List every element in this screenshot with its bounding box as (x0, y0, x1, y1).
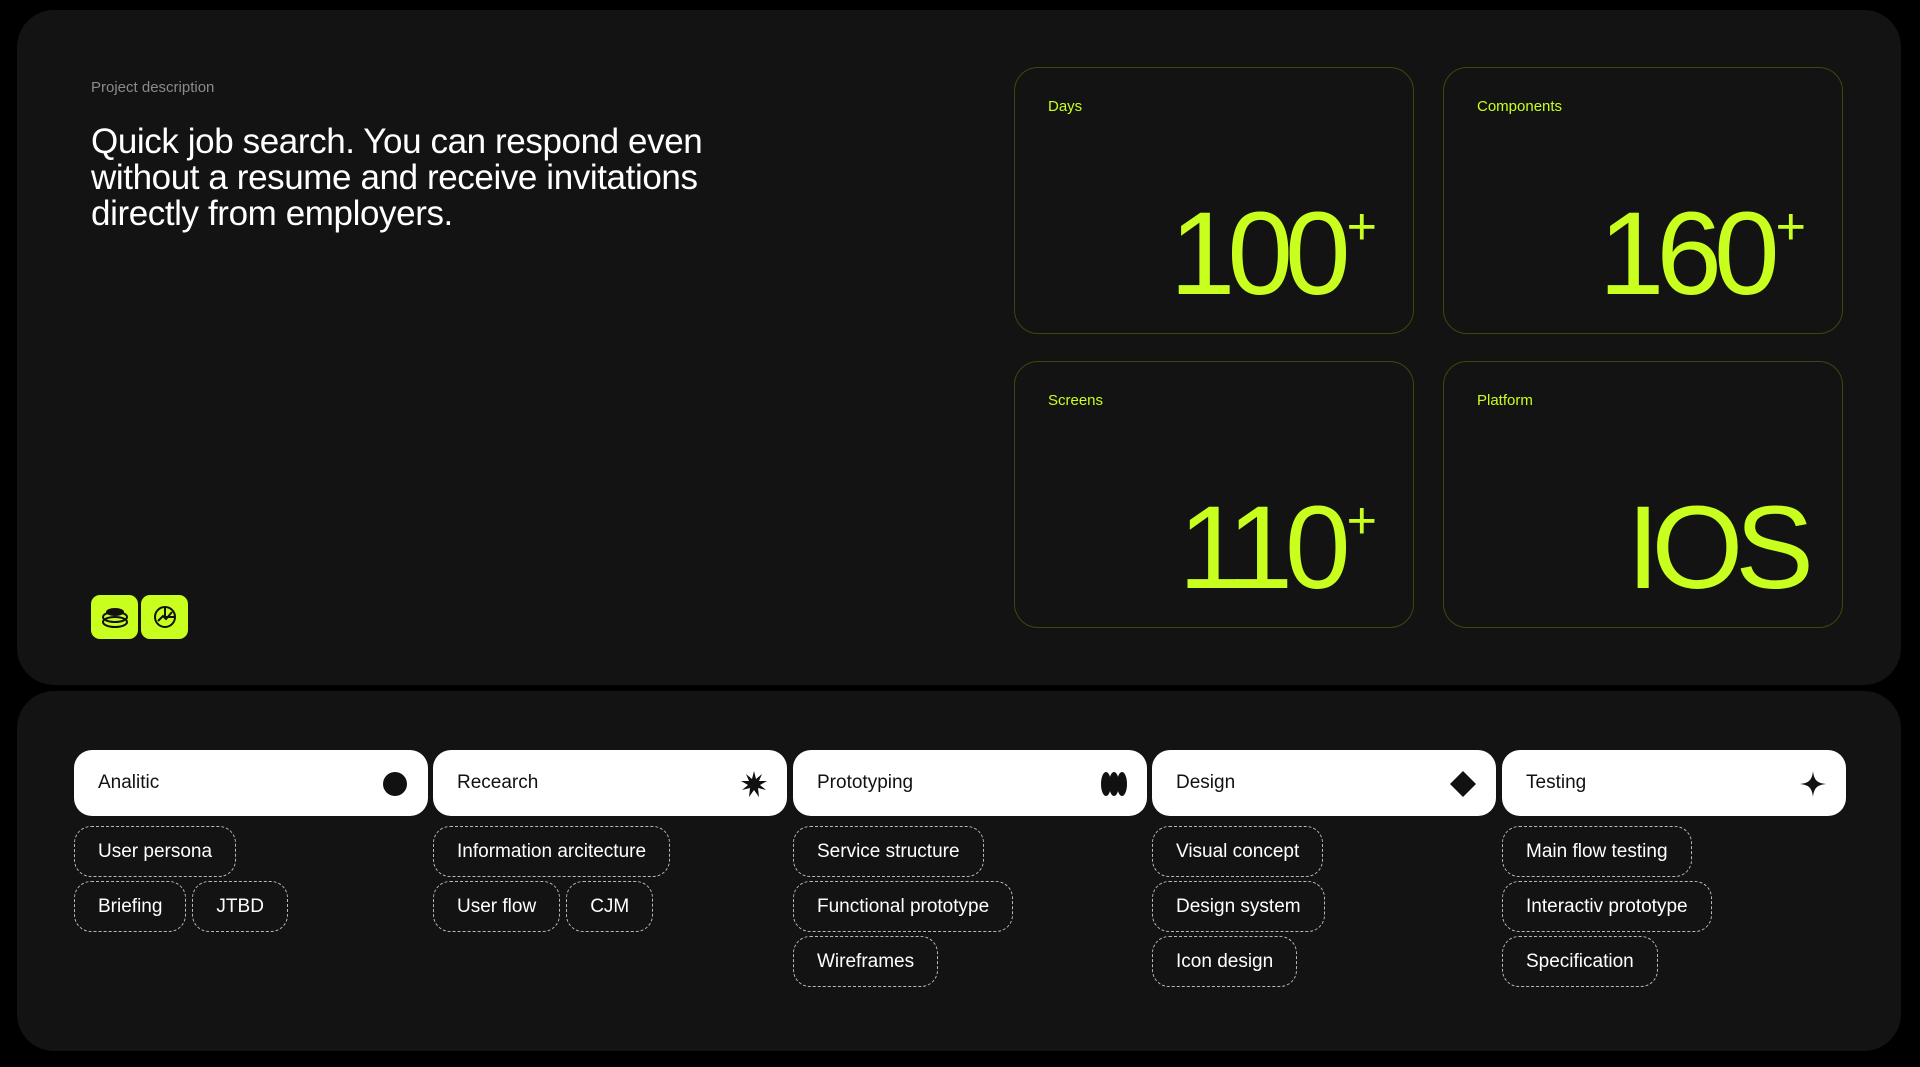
stat-label: Platform (1477, 392, 1533, 409)
stage-title: Testing (1526, 772, 1587, 793)
tag: JTBD (192, 881, 288, 932)
stage-header[interactable]: Recearch (433, 750, 787, 816)
tag: CJM (566, 881, 654, 932)
starburst-icon (741, 771, 767, 797)
stage-prototyping: Prototyping Service structure Functional… (793, 750, 1147, 991)
project-description-label: Project description (91, 79, 215, 96)
diamond-icon (1450, 771, 1476, 797)
stat-card-platform: Platform IOS (1443, 361, 1843, 628)
stat-plus: + (1346, 492, 1377, 550)
tag: Visual concept (1152, 826, 1324, 877)
stat-value: IOS (1626, 482, 1814, 614)
process-stages-panel: Analitic User persona Briefing JTBD Rece… (17, 691, 1901, 1051)
tag: Service structure (793, 826, 984, 877)
stage-recearch: Recearch Information arcitecture User fl… (433, 750, 787, 936)
stat-number: 100 (1169, 188, 1351, 320)
stat-number: 110 (1178, 482, 1351, 614)
stage-title: Prototyping (817, 772, 914, 793)
stage-tags: Visual concept Design system Icon design (1152, 826, 1496, 987)
platform-badges (91, 595, 188, 639)
tag: Main flow testing (1502, 826, 1692, 877)
stat-value: 110 + (1179, 489, 1378, 607)
stage-title: Recearch (457, 772, 539, 793)
stat-value: 160 + (1599, 195, 1806, 313)
tag: User flow (433, 881, 561, 932)
chart-icon (141, 595, 188, 639)
triple-oval-icon (1101, 772, 1127, 796)
tag: Interactiv prototype (1502, 881, 1712, 932)
stage-title: Design (1176, 772, 1236, 793)
stage-testing: Testing Main flow testing Interactiv pro… (1502, 750, 1846, 991)
stage-design: Design Visual concept Design system Icon… (1152, 750, 1496, 991)
stage-tags: Information arcitecture User flow CJM (433, 826, 787, 932)
stat-plus: + (1775, 198, 1806, 256)
stage-header[interactable]: Prototyping (793, 750, 1147, 816)
stat-card-components: Components 160 + (1443, 67, 1843, 334)
circle-icon (383, 772, 407, 796)
tag: Information arcitecture (433, 826, 671, 877)
sparkle-icon (1800, 771, 1826, 797)
stat-plus: + (1346, 198, 1377, 256)
stat-number: 160 (1598, 188, 1780, 320)
project-description-text: Quick job search. You can respond even w… (91, 122, 703, 233)
stage-analitic: Analitic User persona Briefing JTBD (74, 750, 428, 936)
tag: Icon design (1152, 936, 1298, 987)
stat-card-days: Days 100 + (1014, 67, 1414, 334)
stage-header[interactable]: Analitic (74, 750, 428, 816)
stage-tags: Main flow testing Interactiv prototype S… (1502, 826, 1846, 987)
stat-label: Days (1048, 98, 1083, 115)
stage-header[interactable]: Testing (1502, 750, 1846, 816)
tag: Wireframes (793, 936, 939, 987)
tag: Design system (1152, 881, 1325, 932)
tag: Functional prototype (793, 881, 1014, 932)
stage-tags: Service structure Functional prototype W… (793, 826, 1147, 987)
stage-header[interactable]: Design (1152, 750, 1496, 816)
stat-card-screens: Screens 110 + (1014, 361, 1414, 628)
stage-tags: User persona Briefing JTBD (74, 826, 428, 932)
stat-label: Components (1477, 98, 1563, 115)
stack-icon (91, 595, 138, 639)
stat-number: IOS (1626, 482, 1814, 614)
project-overview-panel: Project description Quick job search. Yo… (17, 10, 1901, 685)
tag: User persona (74, 826, 237, 877)
tag: Specification (1502, 936, 1658, 987)
stat-label: Screens (1048, 392, 1104, 409)
stat-value: 100 + (1170, 195, 1377, 313)
tag: Briefing (74, 881, 187, 932)
stage-title: Analitic (98, 772, 160, 793)
